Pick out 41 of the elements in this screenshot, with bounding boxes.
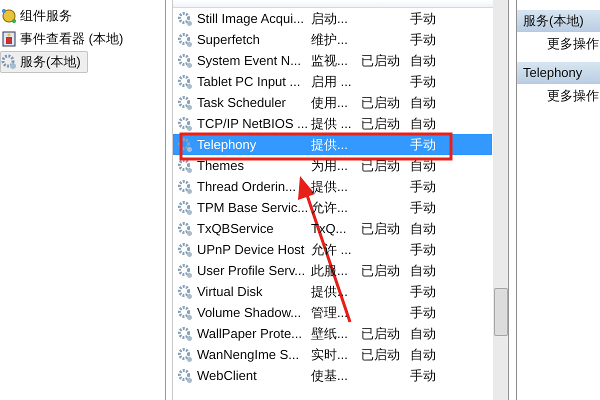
gear-icon [177,136,193,152]
gear-icon [177,74,193,90]
log-icon [1,31,17,47]
gear-icon [177,220,193,236]
more-actions-link[interactable]: 更多操作 [517,86,600,106]
gear-icon [177,346,193,362]
service-row[interactable]: WallPaper Prote... 壁纸... 已启动 自动 [173,323,492,344]
gear-icon [177,94,193,110]
tree-item[interactable]: 服务(本地) [0,51,88,73]
gear-icon [177,368,193,384]
service-row[interactable]: Virtual Disk 提供... 手动 [173,281,492,302]
gear-icon [177,10,193,26]
scrollbar[interactable] [493,0,508,400]
tree-item[interactable]: 事件查看器 (本地) [0,28,130,50]
service-row[interactable]: System Event N... 监视... 已启动 自动 [173,50,492,71]
gear-icon [177,242,193,258]
gear-icon [177,262,193,278]
service-row[interactable]: TCP/IP NetBIOS ... 提供 ... 已启动 自动 [173,113,492,134]
service-row[interactable]: Thread Orderin... 提供... 手动 [173,176,492,197]
action-section-header: 服务(本地) [517,10,600,32]
gear-icon [1,54,17,70]
service-row[interactable]: Task Scheduler 使用... 已启动 自动 [173,92,492,113]
gear-icon [177,284,193,300]
gear-icon [177,116,193,132]
gear-icon [177,304,193,320]
gear-icon [177,158,193,174]
gear-icon [177,326,193,342]
service-row[interactable]: WanNengIme S... 实时... 已启动 自动 [173,344,492,365]
more-actions-link[interactable]: 更多操作 [517,34,600,54]
gear-icon [177,200,193,216]
service-row[interactable]: Volume Shadow... 管理... 手动 [173,302,492,323]
service-row[interactable]: WebClient 使基... 手动 [173,365,492,386]
action-section-header: Telephony [517,62,600,84]
service-row[interactable]: Still Image Acqui... 启动... 手动 [173,8,492,29]
gear-icon [177,178,193,194]
gear-icon [177,52,193,68]
service-row[interactable]: Superfetch 维护... 手动 [173,29,492,50]
gear-icon [177,32,193,48]
component-icon [1,8,17,24]
tree-item[interactable]: 组件服务 [0,5,79,27]
service-row[interactable]: Tablet PC Input ... 启用 ... 手动 [173,71,492,92]
